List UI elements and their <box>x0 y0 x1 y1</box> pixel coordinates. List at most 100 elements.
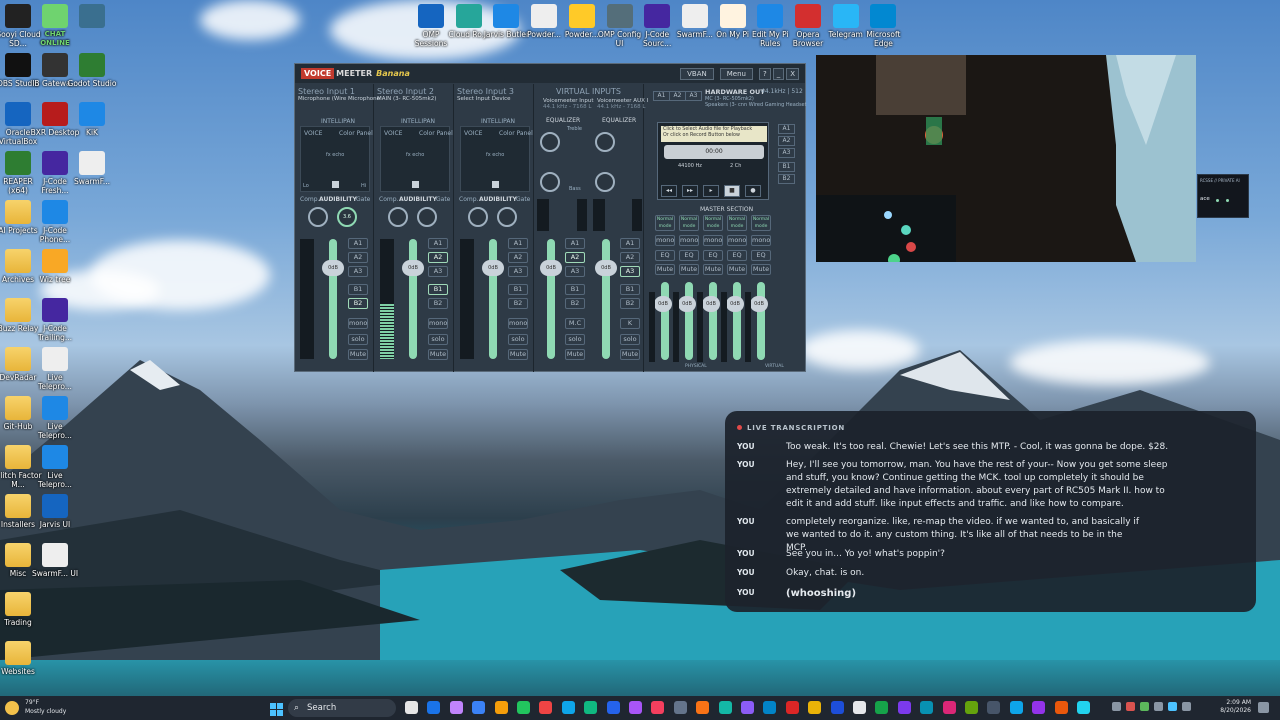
hw-out-a3-select[interactable]: A3 <box>685 91 702 101</box>
taskbar-app-icon[interactable] <box>494 701 508 714</box>
hw-out-a1-select[interactable]: A1 <box>653 91 670 101</box>
strip3-solo[interactable]: solo <box>508 334 528 345</box>
virt1-bus-b2[interactable]: B2 <box>565 298 585 309</box>
master-fader-handle[interactable]: 0dB <box>678 296 696 312</box>
taskbar-app-icon[interactable] <box>1054 701 1068 714</box>
tray-app-icon[interactable] <box>1140 702 1149 711</box>
fader-gain-track[interactable] <box>409 239 417 359</box>
master-mute-button[interactable]: Mute <box>703 264 723 275</box>
live-transcription-panel[interactable]: LIVE TRANSCRIPTION YOU Too weak. It's to… <box>725 411 1256 612</box>
strip3-mute[interactable]: Mute <box>508 349 528 360</box>
master-fader-track[interactable] <box>757 282 765 360</box>
virt1-solo[interactable]: solo <box>565 334 585 345</box>
close-button[interactable]: X <box>786 67 799 80</box>
voicemeeter-window[interactable]: VOICE MEETER Banana VBAN Menu ? _ X Ster… <box>294 63 807 372</box>
taskbar-app-icon[interactable] <box>449 701 463 714</box>
master-fader-handle[interactable]: 0dB <box>726 296 744 312</box>
record-button[interactable]: ● <box>745 185 761 197</box>
virt2-k[interactable]: K <box>620 318 640 329</box>
desktop-icon[interactable]: Websites <box>0 641 43 676</box>
virt1-bus-a1[interactable]: A1 <box>565 238 585 249</box>
hw-out-a2-select[interactable]: A2 <box>669 91 686 101</box>
taskbar-app-icon[interactable] <box>875 701 889 714</box>
desktop-icon[interactable]: Live Telepro... <box>30 347 80 391</box>
tape-recorder-panel[interactable]: Click to Select Audio file for Playback … <box>657 122 769 200</box>
fader-gain-handle[interactable]: 0dB <box>540 260 562 276</box>
rewind-button[interactable]: ◂◂ <box>661 185 677 197</box>
strip-device[interactable]: Select Input Device <box>454 96 533 102</box>
taskbar-app-icon[interactable] <box>1077 701 1090 714</box>
eq-treble-knob[interactable] <box>540 132 560 152</box>
strip3-bus-b1[interactable]: B1 <box>508 284 528 295</box>
desktop-icon[interactable]: KiK <box>67 102 117 137</box>
taskbar-app-icon[interactable] <box>853 701 866 714</box>
taskbar-app-icon[interactable] <box>897 701 911 714</box>
master-fader-track[interactable] <box>709 282 717 360</box>
master-eq-button[interactable]: EQ <box>679 250 699 261</box>
strip2-bus-a2[interactable]: A2 <box>428 252 448 263</box>
taskbar-app-icon[interactable] <box>561 701 575 714</box>
comp-knob[interactable] <box>388 207 408 227</box>
eq-bass-knob[interactable] <box>595 172 615 192</box>
master-eq-button[interactable]: EQ <box>703 250 723 261</box>
volume-icon[interactable] <box>1182 702 1191 711</box>
strip1-bus-b2[interactable]: B2 <box>348 298 368 309</box>
wifi-icon[interactable] <box>1168 702 1177 711</box>
fader-gain-track[interactable] <box>547 239 555 359</box>
intellipan-pad-3[interactable]: INTELLIPAN VOICE Color Panel fx echo <box>460 118 533 192</box>
master-eq-button[interactable]: EQ <box>727 250 747 261</box>
strip-name[interactable]: Stereo Input 2 <box>374 84 453 96</box>
intellipan-pad-2[interactable]: INTELLIPAN VOICE Color Panel fx echo <box>380 118 453 192</box>
desktop-icon[interactable]: J-Code Trailing... <box>30 298 80 342</box>
minimize-button[interactable]: _ <box>772 67 785 80</box>
help-button[interactable]: ? <box>758 67 771 80</box>
fader-gain-handle[interactable]: 0dB <box>402 260 424 276</box>
strip3-mono[interactable]: mono <box>508 318 528 329</box>
virt2-bus-a1[interactable]: A1 <box>620 238 640 249</box>
desktop-icon[interactable]: Live Telepro... <box>30 445 80 489</box>
strip1-bus-b1[interactable]: B1 <box>348 284 368 295</box>
menu-button[interactable]: Menu <box>719 67 753 80</box>
master-eq-button[interactable]: EQ <box>655 250 675 261</box>
virt2-bus-a3[interactable]: A3 <box>620 266 640 277</box>
desktop-icon[interactable]: Wiz tree <box>30 249 80 284</box>
taskbar[interactable]: 79°F Mostly cloudy ⌕ Search 2:09 AM 8/20… <box>0 696 1280 720</box>
weather-widget[interactable]: 79°F Mostly cloudy <box>25 698 66 716</box>
taskbar-app-icon[interactable] <box>696 701 710 714</box>
virt1-bus-b1[interactable]: B1 <box>565 284 585 295</box>
comp-knob[interactable] <box>308 207 328 227</box>
voicemeeter-titlebar[interactable]: VOICE MEETER Banana VBAN Menu ? _ X <box>295 64 805 83</box>
master-fader-track[interactable] <box>685 282 693 360</box>
fader-gain-track[interactable] <box>602 239 610 359</box>
taskbar-app-icon[interactable] <box>942 701 956 714</box>
master-mute-button[interactable]: Mute <box>679 264 699 275</box>
strip-device[interactable]: MAIN (3- RC-505mk2) <box>374 96 453 102</box>
vban-button[interactable]: VBAN <box>680 67 714 80</box>
virt2-solo[interactable]: solo <box>620 334 640 345</box>
taskbar-app-icon[interactable] <box>472 701 486 714</box>
master-fader-handle[interactable]: 0dB <box>702 296 720 312</box>
taskbar-app-icon[interactable] <box>517 701 530 714</box>
strip-device[interactable]: Microphone (Wire Microphone <box>295 96 380 102</box>
tape-a2[interactable]: A2 <box>778 136 795 146</box>
tape-a1[interactable]: A1 <box>778 124 795 134</box>
virt2-mute[interactable]: Mute <box>620 349 640 360</box>
weather-icon[interactable] <box>5 701 19 715</box>
tray-chevron-icon[interactable] <box>1112 702 1121 711</box>
strip3-bus-b2[interactable]: B2 <box>508 298 528 309</box>
desktop-icon[interactable]: J-Code Phone... <box>30 200 80 244</box>
taskbar-search[interactable]: ⌕ Search <box>288 699 396 717</box>
taskbar-app-icon[interactable] <box>808 701 822 714</box>
strip1-bus-a2[interactable]: A2 <box>348 252 368 263</box>
master-mono-button[interactable]: mono <box>679 235 699 246</box>
taskbar-app-icon[interactable] <box>405 701 418 714</box>
taskbar-app-icon[interactable] <box>629 701 642 714</box>
strip-name[interactable]: Stereo Input 1 <box>295 84 373 96</box>
master-mono-button[interactable]: mono <box>655 235 675 246</box>
system-clock[interactable]: 2:09 AM 8/20/2026 <box>1220 699 1251 715</box>
master-fader-track[interactable] <box>733 282 741 360</box>
master-mute-button[interactable]: Mute <box>751 264 771 275</box>
desktop-icon[interactable]: Trading <box>0 592 43 627</box>
normal-mode-button[interactable]: Normal mode <box>751 215 771 231</box>
intellipan-cursor[interactable] <box>492 181 499 188</box>
